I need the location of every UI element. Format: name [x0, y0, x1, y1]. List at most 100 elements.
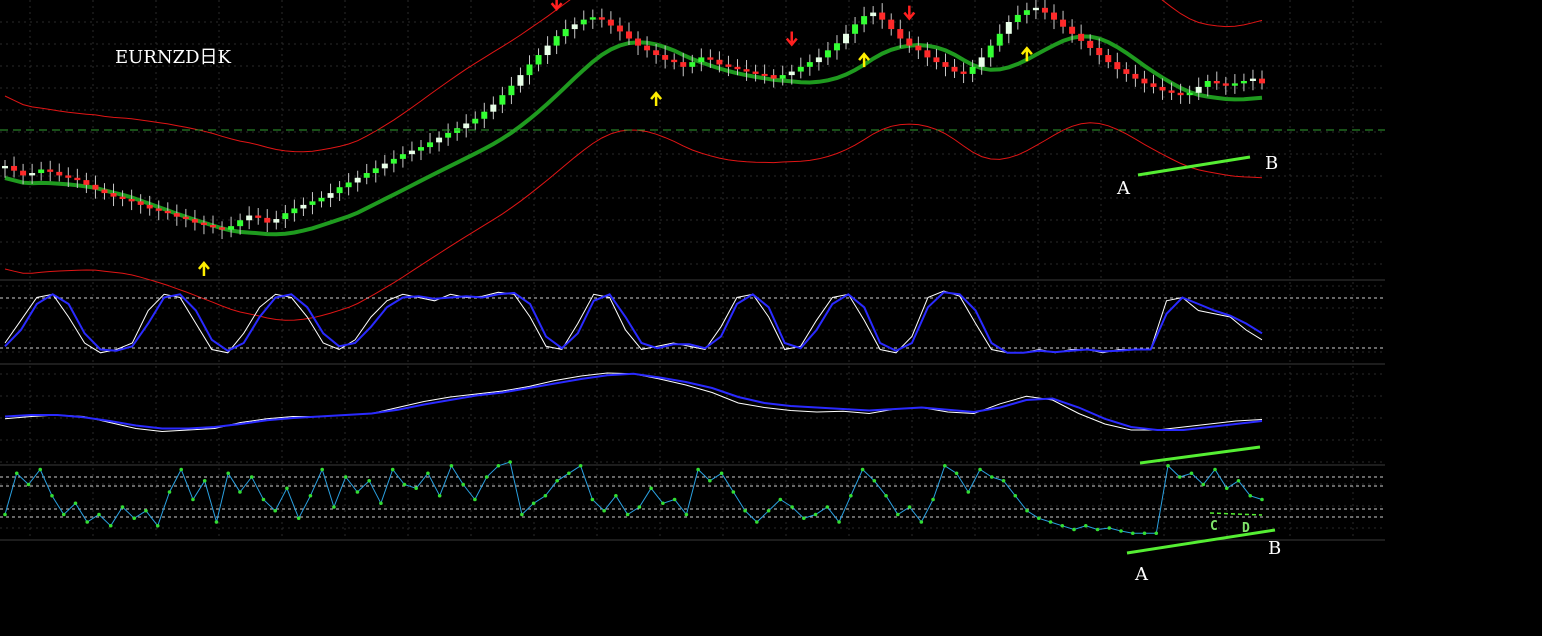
rsi-dot	[97, 512, 101, 517]
candle-body	[282, 213, 289, 220]
candle-body	[182, 216, 189, 220]
candle-body	[508, 85, 515, 96]
candle-body	[960, 71, 967, 74]
rsi-dot	[473, 497, 477, 502]
label-rsi-c: C	[1210, 519, 1218, 534]
candle-body	[29, 173, 36, 176]
rsi-dot	[672, 497, 677, 502]
candle-body	[1141, 78, 1148, 84]
candle-body	[544, 45, 551, 56]
candle-body	[191, 219, 198, 223]
rsi-dot	[1060, 523, 1065, 528]
rsi-dot	[61, 512, 66, 517]
candle-body	[1222, 83, 1229, 86]
candle-body	[743, 69, 750, 72]
candle-body	[698, 57, 705, 63]
candle-body	[906, 38, 913, 46]
candle-body	[1041, 7, 1048, 13]
rsi-dot	[155, 523, 160, 528]
rsi-dot	[437, 493, 442, 498]
rsi-dot	[285, 486, 289, 491]
rsi-dot	[296, 516, 301, 521]
candle-body	[1023, 10, 1030, 15]
candle-body	[580, 19, 587, 25]
candle-body	[662, 55, 669, 60]
candle-body	[1060, 19, 1067, 27]
rsi-dot	[414, 486, 418, 491]
candle-body	[1150, 83, 1157, 87]
candle-body	[146, 204, 153, 209]
rsi-dot	[520, 512, 524, 517]
candle-body	[589, 17, 596, 20]
candle-body	[517, 75, 524, 86]
candle-body	[454, 128, 461, 133]
candle-body	[119, 196, 126, 199]
rsi-dot	[426, 471, 430, 476]
candle-body	[707, 57, 714, 60]
candle-body	[20, 170, 27, 176]
candle-body	[372, 168, 379, 174]
rsi-dot	[719, 471, 724, 476]
rsi-dot	[249, 475, 254, 479]
candle-body	[1105, 55, 1112, 63]
candle-body	[1231, 83, 1238, 86]
candle-body	[942, 62, 949, 67]
candle-body	[65, 175, 72, 178]
rsi-dot	[1130, 531, 1135, 536]
candle-body	[1249, 78, 1256, 81]
rsi-dot	[202, 478, 207, 483]
candle-body	[219, 227, 226, 230]
candle-body	[481, 111, 488, 119]
candle-body	[155, 208, 162, 211]
rsi-dot	[238, 490, 242, 494]
candle-body	[363, 173, 370, 178]
rsi-dot	[179, 467, 184, 472]
candle-body	[273, 219, 280, 223]
rsi-dot	[26, 482, 31, 487]
rsi-dot	[531, 501, 536, 506]
rsi-dot	[85, 520, 90, 524]
candle-body	[779, 75, 786, 79]
label-main-a: A	[1116, 178, 1131, 199]
chart-background	[0, 0, 1542, 636]
rsi-dot	[1166, 463, 1170, 468]
candle-body	[381, 163, 388, 169]
rsi-dot	[73, 501, 78, 506]
rsi-dot	[191, 497, 195, 502]
rsi-dot	[320, 467, 324, 472]
rsi-dot	[402, 482, 407, 487]
rsi-dot	[766, 508, 771, 513]
rsi-dot	[684, 512, 689, 517]
rsi-dot	[1013, 493, 1018, 498]
candle-body	[327, 193, 334, 198]
candle-body	[1240, 81, 1247, 84]
candle-body	[427, 142, 434, 148]
rsi-dot	[355, 490, 360, 494]
candle-body	[734, 66, 741, 70]
candle-body	[1078, 33, 1085, 41]
rsi-dot	[1189, 471, 1194, 476]
rsi-dot	[837, 520, 841, 524]
label-rsi-d: D	[1242, 521, 1250, 536]
candle-body	[1132, 73, 1139, 79]
rsi-dot	[461, 482, 465, 487]
rsi-dot	[860, 467, 865, 472]
rsi-dot	[1248, 493, 1253, 498]
rsi-dot	[50, 493, 54, 498]
rsi-dot	[743, 508, 747, 513]
candle-body	[417, 147, 424, 151]
rsi-dot	[849, 493, 853, 498]
rsi-dot	[1154, 531, 1159, 536]
rsi-dot	[261, 497, 266, 502]
rsi-dot	[108, 523, 113, 528]
candle-body	[653, 50, 660, 56]
rsi-dot	[343, 475, 348, 479]
rsi-dot	[38, 467, 43, 472]
rsi-dot	[1224, 486, 1229, 491]
candle-body	[987, 45, 994, 58]
candle-body	[1195, 86, 1202, 93]
candle-body	[535, 55, 542, 65]
candle-body	[969, 66, 976, 74]
rsi-dot	[367, 478, 371, 483]
rsi-dot	[731, 490, 736, 494]
